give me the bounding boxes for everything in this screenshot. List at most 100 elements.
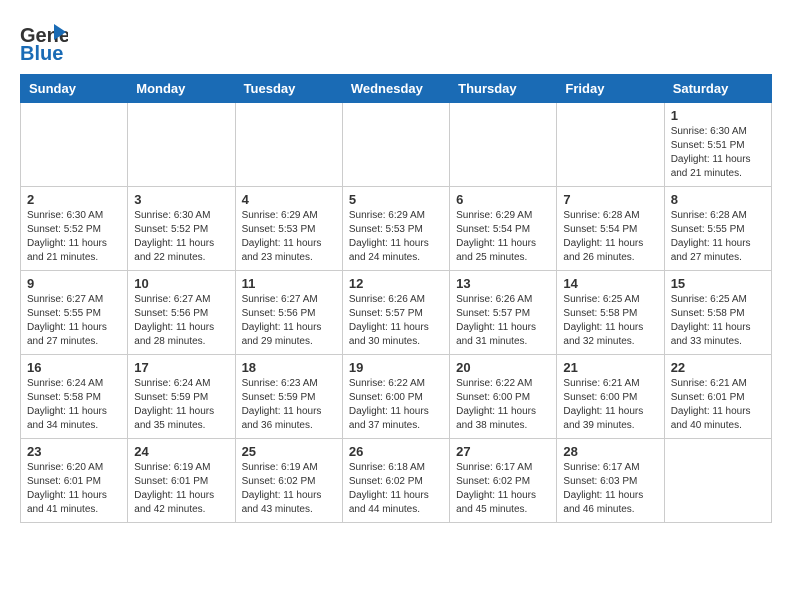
day-number: 18: [242, 360, 336, 375]
day-number: 3: [134, 192, 228, 207]
day-info: Sunrise: 6:17 AM Sunset: 6:02 PM Dayligh…: [456, 461, 550, 517]
weekday-saturday: Saturday: [664, 75, 771, 103]
day-cell: 19 Sunrise: 6:22 AM Sunset: 6:00 PM Dayli…: [342, 355, 449, 439]
weekday-monday: Monday: [128, 75, 235, 103]
day-number: 5: [349, 192, 443, 207]
day-info: Sunrise: 6:20 AM Sunset: 6:01 PM Dayligh…: [27, 461, 121, 517]
day-info: Sunrise: 6:27 AM Sunset: 5:56 PM Dayligh…: [242, 293, 336, 349]
logo-icon: General Blue: [20, 20, 68, 64]
day-cell: 8 Sunrise: 6:28 AM Sunset: 5:55 PM Daylig…: [664, 187, 771, 271]
day-info: Sunrise: 6:21 AM Sunset: 6:00 PM Dayligh…: [563, 377, 657, 433]
weekday-tuesday: Tuesday: [235, 75, 342, 103]
calendar-body: 1 Sunrise: 6:30 AM Sunset: 5:51 PM Daylig…: [21, 103, 772, 523]
day-number: 6: [456, 192, 550, 207]
day-cell: 23 Sunrise: 6:20 AM Sunset: 6:01 PM Dayli…: [21, 439, 128, 523]
day-number: 24: [134, 444, 228, 459]
day-cell: [128, 103, 235, 187]
day-cell: 4 Sunrise: 6:29 AM Sunset: 5:53 PM Daylig…: [235, 187, 342, 271]
day-info: Sunrise: 6:26 AM Sunset: 5:57 PM Dayligh…: [349, 293, 443, 349]
weekday-wednesday: Wednesday: [342, 75, 449, 103]
day-info: Sunrise: 6:23 AM Sunset: 5:59 PM Dayligh…: [242, 377, 336, 433]
day-cell: 11Sunrise: 6:27 AM Sunset: 5:56 PM Dayli…: [235, 271, 342, 355]
day-cell: 14 Sunrise: 6:25 AM Sunset: 5:58 PM Dayli…: [557, 271, 664, 355]
day-cell: [450, 103, 557, 187]
weekday-friday: Friday: [557, 75, 664, 103]
day-info: Sunrise: 6:29 AM Sunset: 5:54 PM Dayligh…: [456, 209, 550, 265]
day-cell: 21 Sunrise: 6:21 AM Sunset: 6:00 PM Dayli…: [557, 355, 664, 439]
day-number: 12: [349, 276, 443, 291]
day-info: Sunrise: 6:25 AM Sunset: 5:58 PM Dayligh…: [671, 293, 765, 349]
day-info: Sunrise: 6:22 AM Sunset: 6:00 PM Dayligh…: [456, 377, 550, 433]
day-number: 8: [671, 192, 765, 207]
day-info: Sunrise: 6:24 AM Sunset: 5:58 PM Dayligh…: [27, 377, 121, 433]
week-row-0: 1 Sunrise: 6:30 AM Sunset: 5:51 PM Daylig…: [21, 103, 772, 187]
weekday-thursday: Thursday: [450, 75, 557, 103]
day-cell: 15 Sunrise: 6:25 AM Sunset: 5:58 PM Dayli…: [664, 271, 771, 355]
day-number: 23: [27, 444, 121, 459]
day-cell: 22 Sunrise: 6:21 AM Sunset: 6:01 PM Dayli…: [664, 355, 771, 439]
weekday-sunday: Sunday: [21, 75, 128, 103]
day-info: Sunrise: 6:27 AM Sunset: 5:55 PM Dayligh…: [27, 293, 121, 349]
day-number: 1: [671, 108, 765, 123]
day-cell: 6 Sunrise: 6:29 AM Sunset: 5:54 PM Daylig…: [450, 187, 557, 271]
day-cell: [21, 103, 128, 187]
day-cell: 28 Sunrise: 6:17 AM Sunset: 6:03 PM Dayli…: [557, 439, 664, 523]
week-row-1: 2 Sunrise: 6:30 AM Sunset: 5:52 PM Daylig…: [21, 187, 772, 271]
header: General Blue: [20, 20, 772, 64]
day-number: 15: [671, 276, 765, 291]
day-cell: 16 Sunrise: 6:24 AM Sunset: 5:58 PM Dayli…: [21, 355, 128, 439]
day-info: Sunrise: 6:28 AM Sunset: 5:55 PM Dayligh…: [671, 209, 765, 265]
day-info: Sunrise: 6:29 AM Sunset: 5:53 PM Dayligh…: [242, 209, 336, 265]
day-cell: 12 Sunrise: 6:26 AM Sunset: 5:57 PM Dayli…: [342, 271, 449, 355]
day-info: Sunrise: 6:17 AM Sunset: 6:03 PM Dayligh…: [563, 461, 657, 517]
day-number: 21: [563, 360, 657, 375]
calendar: SundayMondayTuesdayWednesdayThursdayFrid…: [20, 74, 772, 523]
day-info: Sunrise: 6:21 AM Sunset: 6:01 PM Dayligh…: [671, 377, 765, 433]
day-cell: 27 Sunrise: 6:17 AM Sunset: 6:02 PM Dayli…: [450, 439, 557, 523]
day-number: 20: [456, 360, 550, 375]
day-cell: 9Sunrise: 6:27 AM Sunset: 5:55 PM Daylig…: [21, 271, 128, 355]
day-number: 7: [563, 192, 657, 207]
day-info: Sunrise: 6:30 AM Sunset: 5:52 PM Dayligh…: [134, 209, 228, 265]
day-info: Sunrise: 6:30 AM Sunset: 5:52 PM Dayligh…: [27, 209, 121, 265]
day-number: 17: [134, 360, 228, 375]
day-cell: 10 Sunrise: 6:27 AM Sunset: 5:56 PM Dayli…: [128, 271, 235, 355]
day-info: Sunrise: 6:19 AM Sunset: 6:01 PM Dayligh…: [134, 461, 228, 517]
day-number: 4: [242, 192, 336, 207]
day-info: Sunrise: 6:25 AM Sunset: 5:58 PM Dayligh…: [563, 293, 657, 349]
day-cell: [342, 103, 449, 187]
day-cell: 1 Sunrise: 6:30 AM Sunset: 5:51 PM Daylig…: [664, 103, 771, 187]
day-number: 19: [349, 360, 443, 375]
day-number: 13: [456, 276, 550, 291]
day-number: 27: [456, 444, 550, 459]
day-cell: [664, 439, 771, 523]
day-cell: 18 Sunrise: 6:23 AM Sunset: 5:59 PM Dayli…: [235, 355, 342, 439]
svg-text:Blue: Blue: [20, 43, 63, 64]
day-number: 14: [563, 276, 657, 291]
day-info: Sunrise: 6:22 AM Sunset: 6:00 PM Dayligh…: [349, 377, 443, 433]
day-number: 2: [27, 192, 121, 207]
day-info: Sunrise: 6:27 AM Sunset: 5:56 PM Dayligh…: [134, 293, 228, 349]
day-number: 26: [349, 444, 443, 459]
day-cell: 7 Sunrise: 6:28 AM Sunset: 5:54 PM Daylig…: [557, 187, 664, 271]
day-cell: 26 Sunrise: 6:18 AM Sunset: 6:02 PM Dayli…: [342, 439, 449, 523]
day-info: Sunrise: 6:18 AM Sunset: 6:02 PM Dayligh…: [349, 461, 443, 517]
day-number: 25: [242, 444, 336, 459]
day-cell: 13 Sunrise: 6:26 AM Sunset: 5:57 PM Dayli…: [450, 271, 557, 355]
day-cell: 2 Sunrise: 6:30 AM Sunset: 5:52 PM Daylig…: [21, 187, 128, 271]
day-info: Sunrise: 6:30 AM Sunset: 5:51 PM Dayligh…: [671, 125, 765, 181]
day-number: 16: [27, 360, 121, 375]
day-cell: [235, 103, 342, 187]
day-cell: 20 Sunrise: 6:22 AM Sunset: 6:00 PM Dayli…: [450, 355, 557, 439]
day-number: 28: [563, 444, 657, 459]
day-cell: 5Sunrise: 6:29 AM Sunset: 5:53 PM Daylig…: [342, 187, 449, 271]
weekday-header: SundayMondayTuesdayWednesdayThursdayFrid…: [21, 75, 772, 103]
day-info: Sunrise: 6:28 AM Sunset: 5:54 PM Dayligh…: [563, 209, 657, 265]
day-cell: 17 Sunrise: 6:24 AM Sunset: 5:59 PM Dayli…: [128, 355, 235, 439]
day-number: 22: [671, 360, 765, 375]
day-number: 10: [134, 276, 228, 291]
day-info: Sunrise: 6:19 AM Sunset: 6:02 PM Dayligh…: [242, 461, 336, 517]
day-info: Sunrise: 6:24 AM Sunset: 5:59 PM Dayligh…: [134, 377, 228, 433]
week-row-2: 9Sunrise: 6:27 AM Sunset: 5:55 PM Daylig…: [21, 271, 772, 355]
day-info: Sunrise: 6:26 AM Sunset: 5:57 PM Dayligh…: [456, 293, 550, 349]
